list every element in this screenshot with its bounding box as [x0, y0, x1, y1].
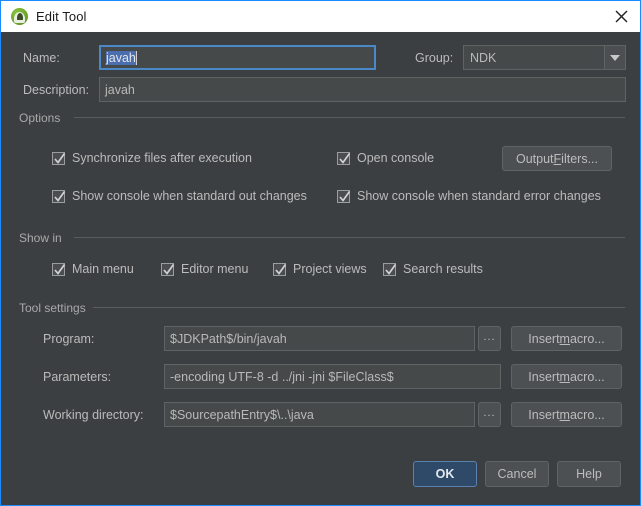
macro-prefix: Insert: [528, 370, 559, 384]
ok-button-label: OK: [436, 467, 455, 481]
macro-prefix: Insert: [528, 332, 559, 346]
check-icon: [273, 263, 286, 276]
checkbox-project-views[interactable]: Project views: [273, 262, 367, 276]
checkbox-search-results[interactable]: Search results: [383, 262, 483, 276]
check-icon: [52, 263, 65, 276]
output-filters-prefix: Output: [516, 152, 554, 166]
macro-mnemonic: m: [560, 370, 570, 384]
parameters-input[interactable]: -encoding UTF-8 -d ../jni -jni $FileClas…: [164, 364, 501, 389]
close-icon: [615, 10, 628, 23]
working-directory-input-value: $SourcepathEntry$\..\java: [170, 408, 314, 422]
help-button[interactable]: Help: [557, 461, 621, 487]
checkbox-label: Show console when standard error changes: [357, 189, 601, 203]
check-icon: [161, 263, 174, 276]
checkbox-label: Project views: [293, 262, 367, 276]
checkbox-open-console[interactable]: Open console: [337, 151, 434, 165]
checkbox-label: Editor menu: [181, 262, 248, 276]
macro-prefix: Insert: [528, 408, 559, 422]
group-combobox-value: NDK: [464, 51, 604, 65]
program-browse-button[interactable]: ...: [478, 326, 501, 351]
program-label: Program:: [43, 332, 94, 346]
check-icon: [337, 152, 350, 165]
name-input-value: javah: [106, 51, 136, 65]
parameters-input-value: -encoding UTF-8 -d ../jni -jni $FileClas…: [170, 370, 394, 384]
cancel-button[interactable]: Cancel: [485, 461, 549, 487]
checkbox-label: Search results: [403, 262, 483, 276]
description-input[interactable]: javah: [99, 77, 626, 102]
close-button[interactable]: [606, 1, 636, 32]
macro-mnemonic: m: [560, 408, 570, 422]
show-in-group-divider: [74, 237, 625, 238]
options-group-title: Options: [19, 111, 66, 125]
dialog-body: Name: javah Group: NDK Description: java…: [0, 32, 641, 506]
macro-suffix: acro...: [570, 332, 605, 346]
working-directory-browse-label: ...: [483, 407, 495, 419]
tool-settings-group-title: Tool settings: [19, 301, 92, 315]
edit-tool-dialog: Edit Tool Name: javah Group: NDK Descrip…: [0, 0, 641, 506]
parameters-label: Parameters:: [43, 370, 111, 384]
description-input-value: javah: [105, 83, 135, 97]
options-group-divider: [74, 117, 625, 118]
working-directory-browse-button[interactable]: ...: [478, 402, 501, 427]
window-title: Edit Tool: [36, 9, 87, 24]
chevron-down-icon: [610, 55, 620, 61]
working-directory-input[interactable]: $SourcepathEntry$\..\java: [164, 402, 475, 427]
program-input-value: $JDKPath$/bin/javah: [170, 332, 287, 346]
macro-mnemonic: m: [560, 332, 570, 346]
checkbox-label: Show console when standard out changes: [72, 189, 307, 203]
text-caret: [136, 51, 137, 65]
checkbox-label: Main menu: [72, 262, 134, 276]
group-dropdown-button[interactable]: [604, 46, 625, 69]
checkbox-synchronize-files[interactable]: Synchronize files after execution: [52, 151, 252, 165]
checkbox-label: Open console: [357, 151, 434, 165]
program-browse-label: ...: [483, 331, 495, 343]
program-insert-macro-button[interactable]: Insert macro...: [511, 326, 622, 351]
parameters-insert-macro-button[interactable]: Insert macro...: [511, 364, 622, 389]
working-directory-label: Working directory:: [43, 408, 144, 422]
check-icon: [337, 190, 350, 203]
working-directory-insert-macro-button[interactable]: Insert macro...: [511, 402, 622, 427]
name-input[interactable]: javah: [99, 45, 376, 70]
android-studio-icon: [11, 8, 28, 25]
check-icon: [52, 190, 65, 203]
output-filters-button[interactable]: Output Filters...: [502, 146, 612, 171]
description-label: Description:: [23, 83, 89, 97]
help-button-label: Help: [576, 467, 602, 481]
check-icon: [383, 263, 396, 276]
checkbox-label: Synchronize files after execution: [72, 151, 252, 165]
name-label: Name:: [23, 51, 60, 65]
program-input[interactable]: $JDKPath$/bin/javah: [164, 326, 475, 351]
tool-settings-group-divider: [93, 307, 625, 308]
macro-suffix: acro...: [570, 370, 605, 384]
title-bar: Edit Tool: [0, 0, 641, 32]
group-combobox[interactable]: NDK: [463, 45, 626, 70]
checkbox-editor-menu[interactable]: Editor menu: [161, 262, 248, 276]
output-filters-suffix: ilters...: [561, 152, 598, 166]
group-label: Group:: [415, 51, 453, 65]
checkbox-main-menu[interactable]: Main menu: [52, 262, 134, 276]
checkbox-show-console-stdout[interactable]: Show console when standard out changes: [52, 189, 307, 203]
macro-suffix: acro...: [570, 408, 605, 422]
checkbox-show-console-stderr[interactable]: Show console when standard error changes: [337, 189, 601, 203]
ok-button[interactable]: OK: [413, 461, 477, 487]
show-in-group-title: Show in: [19, 231, 68, 245]
cancel-button-label: Cancel: [498, 467, 537, 481]
check-icon: [52, 152, 65, 165]
output-filters-mnemonic: F: [554, 152, 562, 166]
